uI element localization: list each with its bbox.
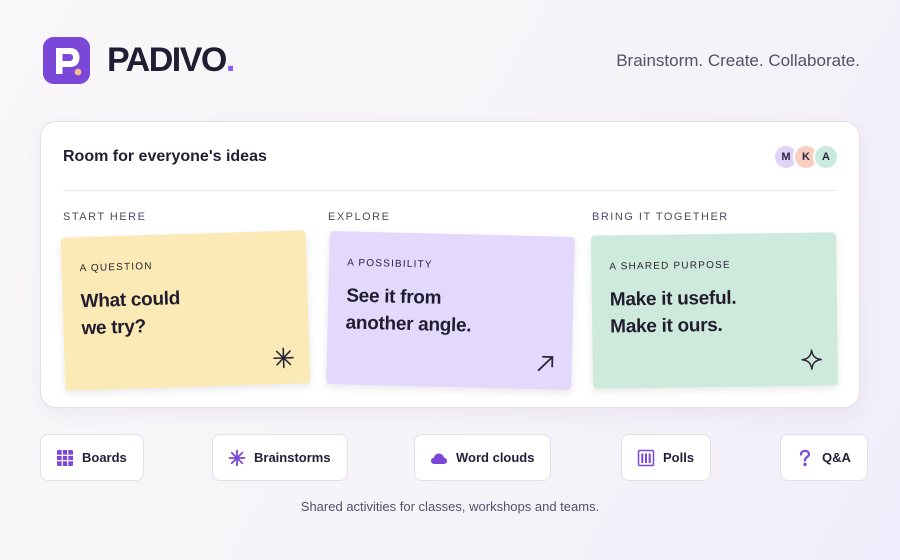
card-divider [63,190,837,191]
note-kicker: A POSSIBILITY [346,257,433,271]
note-kicker: A QUESTION [79,261,153,275]
padivo-logo-icon[interactable] [43,37,90,84]
qa-label: Q&A [822,450,851,465]
cloud-icon [430,449,448,467]
brainstorms-button[interactable]: Brainstorms [212,434,348,481]
sticky-note-question[interactable]: A QUESTION What could we try? [60,230,311,391]
arrow-up-right-icon [533,351,558,376]
note-text: What could we try? [80,288,181,340]
note-text: See it from another angle. [345,285,472,337]
column-label-bring-it-together: BRING IT TOGETHER [592,211,729,223]
bar-chart-icon [637,449,655,467]
tagline: Brainstorm. Create. Collaborate. [616,51,860,70]
polls-button[interactable]: Polls [621,434,712,481]
polls-label: Polls [663,450,695,465]
brand-dot: . [225,41,235,79]
brainstorms-label: Brainstorms [254,450,331,465]
asterisk-icon [228,449,246,467]
grid-icon [56,449,74,467]
card-title: Room for everyone's ideas [63,148,267,165]
brand-wordmark: PADIVO [107,41,227,79]
word-clouds-button[interactable]: Word clouds [414,434,552,481]
footer-caption: Shared activities for classes, workshops… [300,499,600,514]
header: PADIVO. Brainstorm. Create. Collaborate. [40,34,860,88]
ideas-card: Room for everyone's ideas M K A START HE… [40,121,860,408]
column-label-explore: EXPLORE [328,211,391,223]
sticky-note-possibility[interactable]: A POSSIBILITY See it from another angle. [326,231,575,390]
note-kicker: A SHARED PURPOSE [609,259,731,273]
boards-label: Boards [82,450,127,465]
asterisk-icon [271,346,296,371]
sticky-note-shared-purpose[interactable]: A SHARED PURPOSE Make it useful. Make it… [590,232,839,389]
avatar-group: M K A [767,144,839,170]
column-label-start-here: START HERE [63,211,147,223]
boards-button[interactable]: Boards [40,434,144,481]
note-text: Make it useful. Make it ours. [609,287,737,338]
avatar[interactable]: A [813,144,839,170]
question-mark-icon [796,449,814,467]
brand-name[interactable]: PADIVO. [107,41,235,80]
sparkle-icon [800,347,824,371]
qa-button[interactable]: Q&A [780,434,868,481]
word-clouds-label: Word clouds [456,450,535,465]
